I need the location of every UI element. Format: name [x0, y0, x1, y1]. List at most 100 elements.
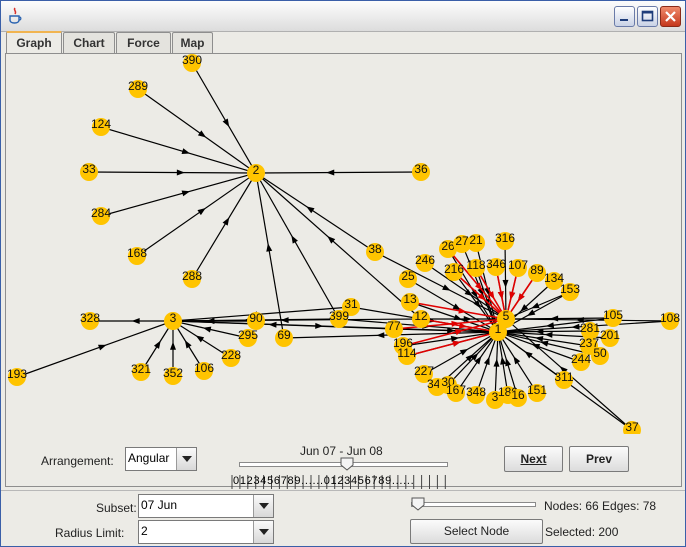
graph-node-244[interactable]: 244 — [571, 352, 591, 371]
minimize-icon — [620, 19, 628, 21]
graph-node-311[interactable]: 311 — [554, 370, 574, 389]
time-slider-thumb[interactable] — [340, 457, 354, 471]
node-label: 216 — [444, 262, 464, 276]
subset-dropdown[interactable]: 07 Jun — [138, 494, 274, 518]
graph-node-106[interactable]: 106 — [194, 361, 214, 380]
node-label: 227 — [414, 364, 434, 378]
graph-node-201[interactable]: 201 — [600, 328, 620, 347]
select-node-label: Select Node — [443, 524, 510, 538]
graph-node-352[interactable]: 352 — [163, 366, 183, 385]
node-label: 105 — [603, 308, 623, 322]
node-label: 246 — [415, 253, 435, 267]
graph-node-2[interactable]: 2 — [247, 163, 265, 182]
graph-node-193[interactable]: 193 — [7, 367, 27, 386]
node-label: 50 — [593, 346, 607, 360]
graph-node-328[interactable]: 328 — [80, 311, 100, 330]
edge-arrowhead — [493, 358, 500, 367]
node-label: 36 — [414, 162, 428, 176]
graph-node-37[interactable]: 37 — [623, 420, 641, 434]
graph-node-399[interactable]: 399 — [329, 309, 349, 328]
tab-graph[interactable]: Graph — [6, 31, 62, 54]
graph-edge — [497, 331, 582, 363]
edge-arrowhead — [550, 315, 559, 322]
graph-node-12[interactable]: 12 — [412, 309, 430, 328]
chevron-down-icon[interactable] — [176, 448, 196, 470]
node-label: 108 — [660, 311, 680, 325]
node-label: 5 — [503, 309, 510, 323]
graph-edge — [136, 172, 257, 257]
close-button[interactable] — [660, 6, 681, 27]
node-label: 118 — [466, 258, 485, 272]
title-bar[interactable] — [1, 1, 685, 32]
graph-node-316[interactable]: 316 — [495, 231, 515, 250]
next-button-label: Next — [520, 452, 547, 466]
node-label: 89 — [530, 263, 544, 277]
node-label: 289 — [128, 79, 148, 93]
graph-node-288[interactable]: 288 — [182, 269, 202, 288]
graph-node-16[interactable]: 16 — [509, 388, 527, 407]
edge-arrowhead — [202, 326, 212, 333]
node-label: 77 — [387, 319, 401, 333]
graph-node-390[interactable]: 390 — [182, 54, 202, 72]
zoom-slider-thumb[interactable] — [411, 497, 425, 511]
node-label: 12 — [414, 309, 428, 323]
minimize-button[interactable] — [614, 6, 635, 27]
graph-node-246[interactable]: 246 — [415, 253, 435, 272]
graph-node-114[interactable]: 114 — [397, 346, 417, 365]
edge-arrowhead — [291, 235, 298, 244]
graph-nodes: 39028912433 2 362841682883831626 27 21246 118… — [7, 54, 680, 434]
graph-node-124[interactable]: 124 — [91, 117, 111, 136]
graph-canvas[interactable]: 39028912433 2 362841682883831626 27 21246 118… — [6, 54, 681, 434]
node-label: 16 — [511, 388, 525, 402]
node-label: 37 — [625, 420, 639, 434]
graph-node-69[interactable]: 69 — [275, 328, 293, 347]
chevron-down-icon[interactable] — [253, 495, 273, 517]
chevron-down-icon[interactable] — [253, 521, 273, 543]
graph-node-25[interactable]: 25 — [399, 269, 417, 288]
edge-arrowhead — [571, 323, 580, 330]
tab-force[interactable]: Force — [116, 32, 171, 53]
graph-node-168[interactable]: 168 — [127, 246, 147, 265]
radius-limit-value: 2 — [141, 524, 148, 538]
graph-node-33[interactable]: 33 — [80, 162, 98, 181]
graph-node-284[interactable]: 284 — [91, 206, 111, 225]
graph-node-108[interactable]: 108 — [660, 311, 680, 330]
maximize-icon — [641, 10, 654, 22]
graph-node-21[interactable]: 21 — [467, 233, 485, 252]
graph-node-3[interactable]: 3 — [164, 311, 182, 330]
graph-node-153[interactable]: 153 — [560, 282, 580, 301]
subset-label: Subset: — [96, 501, 137, 515]
node-label: 328 — [80, 311, 100, 325]
graph-node-151[interactable]: 151 — [527, 383, 547, 402]
graph-edge — [137, 88, 257, 174]
graph-node-295[interactable]: 295 — [238, 328, 258, 347]
prev-button[interactable]: Prev — [569, 446, 629, 472]
graph-node-321[interactable]: 321 — [131, 362, 151, 381]
graph-node-228[interactable]: 228 — [221, 348, 241, 367]
java-app-icon — [9, 7, 22, 24]
edge-arrowhead — [184, 340, 192, 349]
select-node-button[interactable]: Select Node — [410, 519, 543, 544]
tab-map[interactable]: Map — [172, 32, 213, 53]
graph-node-346[interactable]: 346 — [486, 257, 506, 276]
graph-node-348[interactable]: 348 — [466, 385, 486, 404]
graph-node-107[interactable]: 107 — [508, 258, 528, 277]
next-button[interactable]: Next — [504, 446, 563, 472]
node-label: 352 — [163, 366, 183, 380]
graph-node-38[interactable]: 38 — [366, 242, 384, 261]
tab-chart[interactable]: Chart — [63, 32, 115, 53]
edge-arrowhead — [170, 341, 176, 350]
tab-chart-label: Chart — [73, 36, 105, 50]
tab-map-label: Map — [180, 36, 205, 50]
node-label: 38 — [368, 242, 382, 256]
edge-arrowhead — [131, 318, 140, 324]
graph-node-36[interactable]: 36 — [412, 162, 430, 181]
radius-limit-dropdown[interactable]: 2 — [138, 520, 274, 544]
node-label: 167 — [446, 383, 466, 397]
graph-node-167[interactable]: 167 — [446, 383, 466, 402]
maximize-button[interactable] — [637, 6, 658, 27]
graph-node-50[interactable]: 50 — [591, 346, 609, 365]
zoom-slider-track[interactable] — [411, 502, 536, 507]
arrangement-dropdown[interactable]: Angular — [125, 447, 197, 471]
graph-node-289[interactable]: 289 — [128, 79, 148, 98]
